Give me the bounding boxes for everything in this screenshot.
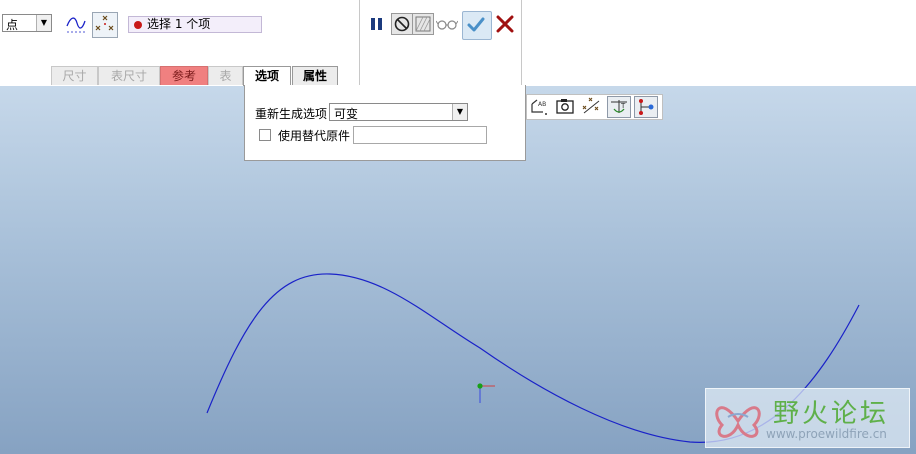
regen-options-value: 可变 (334, 107, 359, 121)
svg-text:T: T (620, 102, 626, 110)
butterfly-logo-icon (715, 406, 761, 438)
svg-text:AB: AB (538, 101, 546, 108)
camera-icon (556, 99, 574, 114)
substitute-label: 使用替代原件 (278, 129, 351, 143)
regen-options-dropdown[interactable]: 可变 ▼ (329, 103, 468, 121)
watermark-url: www.proewildfire.cn (766, 427, 887, 441)
csys-triad-icon (477, 383, 495, 403)
camera-button[interactable] (554, 96, 578, 118)
options-panel: 重新生成选项 可变 ▼ 使用替代原件 (244, 85, 526, 161)
watermark: 野火论坛 www.proewildfire.cn (705, 388, 910, 448)
substitute-checkbox[interactable] (259, 129, 271, 141)
points-x-icon (582, 97, 600, 114)
regen-options-label: 重新生成选项 (255, 107, 328, 121)
anchor-icon: T (611, 100, 627, 113)
points-toggle-button[interactable] (580, 96, 604, 118)
copy-text-icon: AB (531, 99, 547, 115)
substitute-input[interactable] (353, 126, 487, 144)
watermark-title: 野火论坛 (773, 399, 890, 429)
copy-text-button[interactable]: AB (528, 96, 552, 118)
anchor-button[interactable]: T (607, 96, 631, 118)
sketch-canvas (206, 273, 860, 443)
mini-toolbar: AB T (526, 94, 663, 120)
points-link-button[interactable] (634, 96, 658, 118)
chevron-down-icon: ▼ (452, 104, 467, 120)
points-link-icon (639, 99, 654, 115)
